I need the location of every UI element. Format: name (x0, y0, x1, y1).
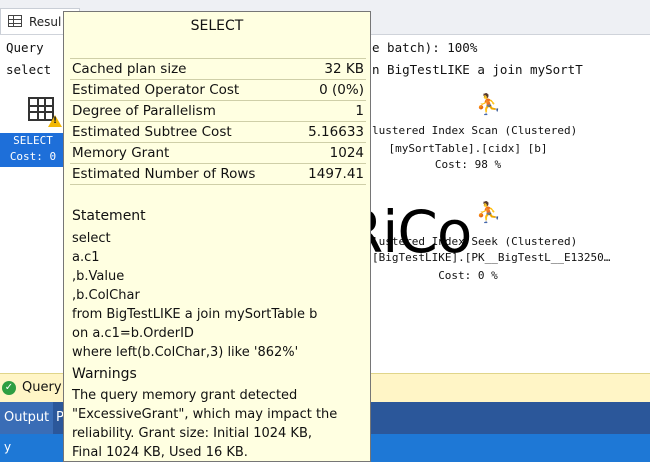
property-row: Memory Grant 1024 (70, 143, 366, 164)
property-label: Cached plan size (72, 61, 187, 77)
property-value: 1024 (329, 145, 364, 161)
property-label: Estimated Subtree Cost (72, 124, 232, 140)
scan-operator-line1: lustered Index Scan (Clustered) (372, 124, 578, 137)
property-value: 32 KB (324, 61, 364, 77)
statement-line: on a.c1=b.OrderID (72, 326, 194, 341)
property-row: Estimated Subtree Cost 5.16633 (70, 122, 366, 143)
tab-output[interactable]: Output (0, 402, 54, 434)
query-status-label: Query (22, 380, 62, 395)
property-value: 1497.41 (308, 166, 364, 182)
property-label: Estimated Operator Cost (72, 82, 240, 98)
select-operator-label: SELECT (13, 134, 53, 147)
statement-line: where left(b.ColChar,3) like '862%' (72, 345, 299, 360)
query-cost-label: Query (6, 40, 44, 55)
seek-operator-cost: Cost: 0 % (438, 269, 498, 282)
tooltip-title: SELECT (190, 18, 244, 34)
statement-line: select (72, 231, 111, 246)
property-row: Estimated Operator Cost 0 (0%) (70, 80, 366, 101)
query-text-start: select (6, 62, 52, 77)
property-label: Estimated Number of Rows (72, 166, 256, 182)
warning-line: "ExcessiveGrant", which may impact the (72, 407, 338, 422)
scan-operator-cost: Cost: 98 % (434, 158, 502, 171)
property-value: 5.16633 (308, 124, 364, 140)
property-row: Cached plan size 32 KB (70, 58, 366, 80)
warning-line: Final 1024 KB, Used 16 KB. (72, 445, 248, 460)
property-row: Degree of Parallelism 1 (70, 101, 366, 122)
tab-results-label: Resul (29, 15, 62, 29)
property-label: Memory Grant (72, 145, 170, 161)
clustered-index-scan-icon[interactable]: ⛹ (476, 92, 501, 116)
warnings-heading: Warnings (72, 366, 137, 382)
scan-operator-line2: [mySortTable].[cidx] [b] (388, 142, 548, 155)
statement-line: from BigTestLIKE a join mySortTable b (72, 307, 318, 322)
statement-line: ,b.Value (72, 269, 125, 284)
warning-icon: ! (48, 115, 62, 127)
statement-heading: Statement (72, 208, 146, 224)
status-strip-text: y (4, 440, 12, 454)
query-cost-value: e batch): 100% (372, 40, 478, 55)
tooltip-properties: Cached plan size 32 KB Estimated Operator… (70, 58, 366, 185)
query-text-end: n BigTestLIKE a join mySortT (372, 62, 583, 77)
property-value: 1 (355, 103, 364, 119)
checkmark-icon: ✓ (2, 381, 16, 395)
statement-line: ,b.ColChar (72, 288, 140, 303)
warning-line: The query memory grant detected (72, 388, 298, 403)
select-operator-node[interactable]: SELECT Cost: 0 (0, 133, 66, 167)
clustered-index-seek-icon[interactable]: ⛹ (476, 200, 501, 224)
select-tooltip: SELECT Cached plan size 32 KB Estimated O… (63, 11, 371, 462)
grid-icon (8, 15, 22, 27)
statement-line: a.c1 (72, 250, 100, 265)
property-value: 0 (0%) (319, 82, 364, 98)
warning-line: reliability. Grant size: Initial 1024 KB… (72, 426, 313, 441)
property-label: Degree of Parallelism (72, 103, 216, 119)
select-operator-cost: Cost: 0 (9, 150, 57, 163)
property-row: Estimated Number of Rows 1497.41 (70, 164, 366, 185)
